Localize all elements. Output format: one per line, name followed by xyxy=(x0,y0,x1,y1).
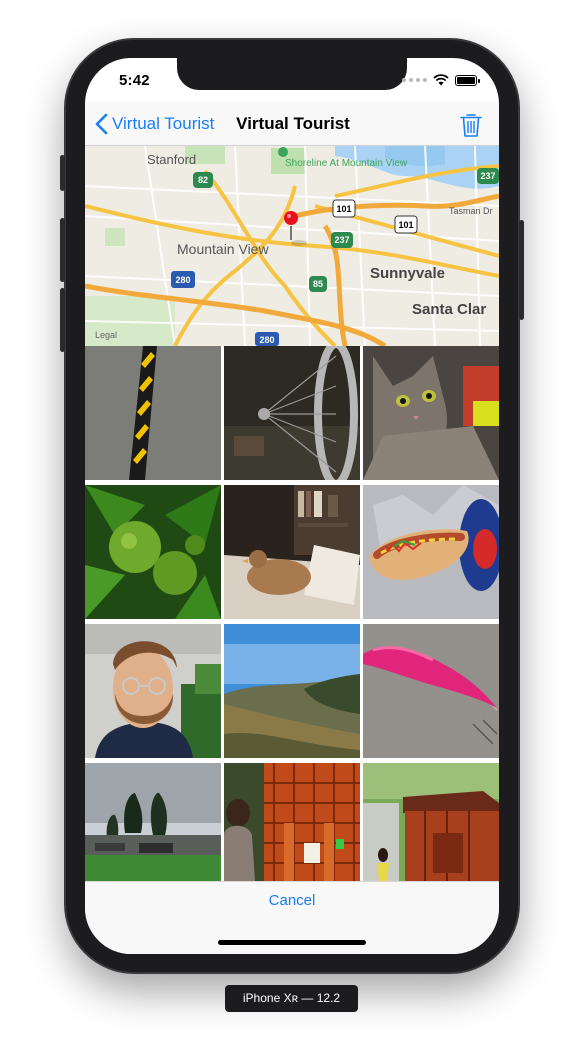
volume-down-button xyxy=(60,288,65,352)
volume-up-button xyxy=(60,218,65,282)
map-label-shoreline: Shoreline At Mountain View xyxy=(285,158,408,169)
cancel-button[interactable]: Cancel xyxy=(85,892,499,909)
photo-cell[interactable] xyxy=(363,485,499,619)
wifi-icon xyxy=(433,74,449,86)
mute-switch xyxy=(60,155,65,191)
svg-text:280: 280 xyxy=(175,275,190,285)
svg-text:280: 280 xyxy=(259,335,274,345)
highway-237-shield-2: 237 xyxy=(331,232,353,248)
map-label-stanford: Stanford xyxy=(147,152,196,167)
photo-cell[interactable] xyxy=(85,346,221,480)
svg-text:101: 101 xyxy=(336,204,351,214)
notch xyxy=(177,58,407,90)
bicycle-wheel-photo xyxy=(224,346,360,480)
svg-text:101: 101 xyxy=(398,220,413,230)
photo-cell[interactable] xyxy=(224,763,360,881)
map-label-santa-clara: Santa Clar xyxy=(412,301,486,318)
trash-icon xyxy=(460,114,482,137)
map-label-mountain-view: Mountain View xyxy=(177,241,269,257)
green-citrus-fruit-photo xyxy=(85,485,221,619)
photo-cell[interactable] xyxy=(363,346,499,480)
hot-dog-photo xyxy=(363,485,499,619)
simulator-device-label: iPhone Xʀ — 12.2 xyxy=(225,985,358,1012)
svg-text:82: 82 xyxy=(198,175,208,185)
power-button xyxy=(519,220,524,320)
status-time: 5:42 xyxy=(119,72,150,89)
photo-cell[interactable] xyxy=(224,485,360,619)
highway-85-shield: 85 xyxy=(309,276,327,292)
battery-icon xyxy=(455,74,480,86)
map-view[interactable]: Stanford Shoreline At Mountain View Moun… xyxy=(85,146,499,346)
park-marker-icon xyxy=(278,147,288,157)
pink-feather-photo xyxy=(363,624,499,758)
photo-cell[interactable] xyxy=(85,485,221,619)
child-at-cage-photo xyxy=(224,763,360,881)
delete-button[interactable] xyxy=(459,112,483,138)
photo-cell[interactable] xyxy=(363,763,499,881)
photo-cell[interactable] xyxy=(224,624,360,758)
highway-101-shield-2: 101 xyxy=(394,215,418,234)
hills-landscape-photo xyxy=(224,624,360,758)
highway-101-shield: 101 xyxy=(332,199,356,218)
svg-text:85: 85 xyxy=(313,279,323,289)
bearded-man-selfie-photo xyxy=(85,624,221,758)
photo-cell[interactable] xyxy=(224,346,360,480)
road-speed-bump-photo xyxy=(85,346,221,480)
page-title: Virtual Tourist xyxy=(236,114,350,133)
highway-280-shield: 280 xyxy=(171,271,195,288)
map-label-sunnyvale: Sunnyvale xyxy=(370,265,445,282)
photo-cell[interactable] xyxy=(85,763,221,881)
highway-280-shield-2: 280 xyxy=(255,332,279,346)
screen: 5:42 Virtual Tourist Virtual Tourist Sta… xyxy=(85,58,499,954)
map-legal-link: Legal xyxy=(95,330,117,340)
red-chicken-coop-photo xyxy=(363,763,499,881)
park-trees-photo xyxy=(85,763,221,881)
tabby-cat-photo xyxy=(363,346,499,480)
navigation-bar: Virtual Tourist Virtual Tourist xyxy=(85,102,499,146)
chicken-on-bookshelf-photo xyxy=(224,485,360,619)
signal-dots-icon xyxy=(402,78,427,82)
highway-237-shield: 237 xyxy=(477,168,499,184)
photo-collection xyxy=(85,346,499,881)
home-indicator[interactable] xyxy=(218,940,366,945)
map-label-tasman: Tasman Dr xyxy=(449,206,493,216)
photo-cell[interactable] xyxy=(85,624,221,758)
highway-82-shield: 82 xyxy=(193,172,213,188)
svg-text:237: 237 xyxy=(334,235,349,245)
status-icons xyxy=(402,74,480,86)
photo-cell[interactable] xyxy=(363,624,499,758)
svg-text:237: 237 xyxy=(480,171,495,181)
